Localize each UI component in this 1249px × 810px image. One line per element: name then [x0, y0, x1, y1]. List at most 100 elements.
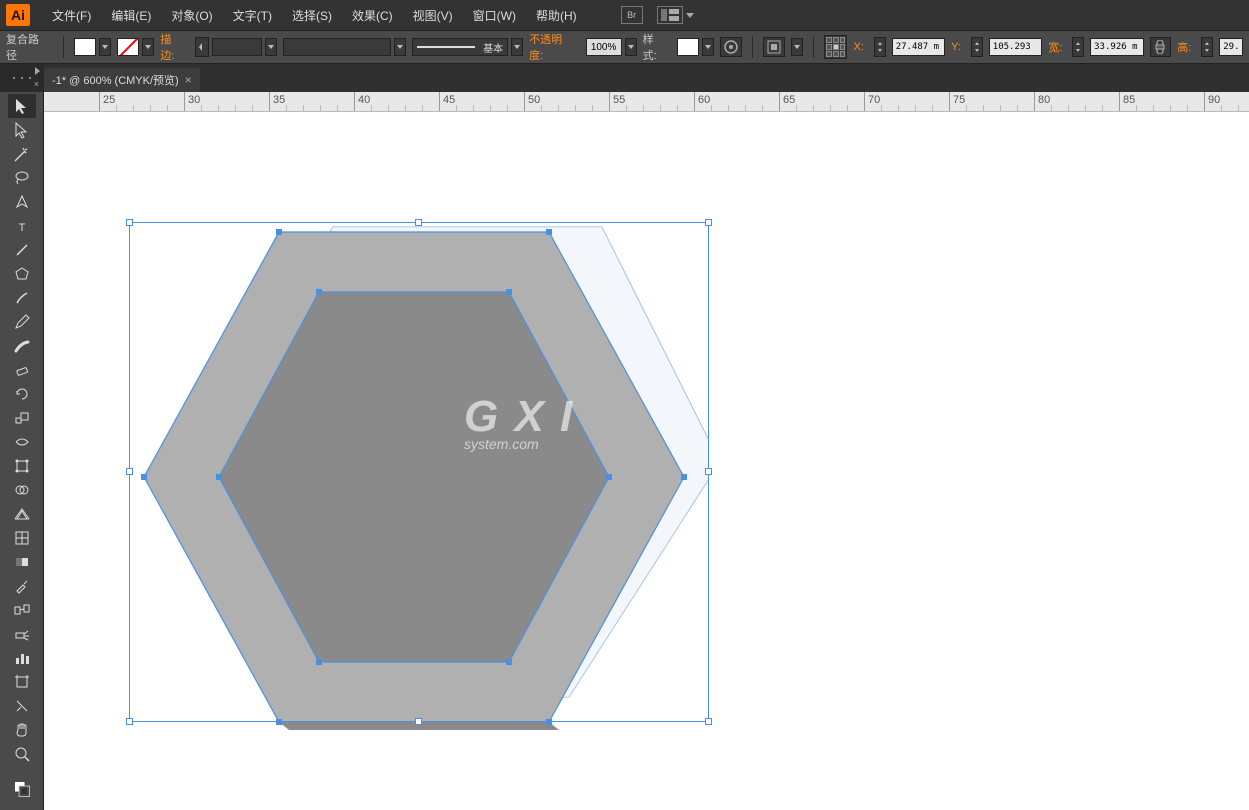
- menu-edit[interactable]: 编辑(E): [101, 1, 161, 30]
- perspective-grid-tool[interactable]: [8, 502, 36, 526]
- opacity-dropdown[interactable]: [625, 38, 637, 56]
- transform-origin[interactable]: [824, 35, 848, 59]
- pen-tool[interactable]: [8, 190, 36, 214]
- fill-swatch-group[interactable]: [74, 38, 111, 56]
- y-field[interactable]: 105.293: [989, 38, 1042, 56]
- w-stepper[interactable]: [1072, 37, 1084, 57]
- type-tool[interactable]: T: [8, 214, 36, 238]
- shape-builder-tool[interactable]: [8, 478, 36, 502]
- stroke-swatch-group[interactable]: [117, 38, 154, 56]
- artwork-selection[interactable]: [129, 222, 709, 732]
- hand-tool[interactable]: [8, 718, 36, 742]
- stroke-weight-dropdown[interactable]: [265, 38, 277, 56]
- stroke-swatch-none[interactable]: [117, 38, 139, 56]
- scale-tool[interactable]: [8, 406, 36, 430]
- stroke-weight-field[interactable]: [212, 38, 262, 56]
- line-segment-tool[interactable]: [8, 238, 36, 262]
- gradient-tool[interactable]: [8, 550, 36, 574]
- recolor-artwork-button[interactable]: [720, 37, 742, 57]
- toolbar-collapse[interactable]: ×: [0, 64, 44, 92]
- constrain-proportions-button[interactable]: [1150, 37, 1172, 57]
- x-field[interactable]: 27.487 m: [892, 38, 945, 56]
- bounding-box[interactable]: [129, 222, 709, 722]
- pencil-tool[interactable]: [8, 310, 36, 334]
- stroke-label: 描边:: [160, 31, 189, 63]
- fill-dropdown[interactable]: [99, 38, 111, 56]
- shape-tool[interactable]: [8, 262, 36, 286]
- stroke-weight[interactable]: [195, 37, 277, 57]
- x-stepper[interactable]: [874, 37, 886, 57]
- zoom-tool[interactable]: [8, 742, 36, 766]
- direct-selection-tool[interactable]: [8, 118, 36, 142]
- rotate-tool[interactable]: [8, 382, 36, 406]
- mesh-tool[interactable]: [8, 526, 36, 550]
- bridge-button[interactable]: Br: [621, 6, 643, 24]
- menu-window[interactable]: 窗口(W): [463, 1, 526, 30]
- close-tab-button[interactable]: ×: [185, 73, 192, 87]
- viewport: 2530354045505560657075808590: [44, 92, 1249, 810]
- brush-definition[interactable]: 基本: [412, 38, 523, 56]
- column-graph-tool[interactable]: [8, 646, 36, 670]
- h-field[interactable]: 29.: [1219, 38, 1243, 56]
- y-stepper[interactable]: [971, 37, 983, 57]
- lasso-tool[interactable]: [8, 166, 36, 190]
- handle-top-right[interactable]: [705, 219, 712, 226]
- menu-file[interactable]: 文件(F): [42, 1, 101, 30]
- menu-select[interactable]: 选择(S): [282, 1, 342, 30]
- align-to-button[interactable]: [763, 37, 785, 57]
- variable-width-profile[interactable]: [283, 38, 406, 56]
- handle-mid-left[interactable]: [126, 468, 133, 475]
- menu-help[interactable]: 帮助(H): [526, 1, 587, 30]
- menu-type[interactable]: 文字(T): [223, 1, 282, 30]
- handle-top-left[interactable]: [126, 219, 133, 226]
- document-tab[interactable]: -1* @ 600% (CMYK/预览) ×: [44, 68, 200, 92]
- handle-top-mid[interactable]: [415, 219, 422, 226]
- blob-brush-tool[interactable]: [8, 334, 36, 358]
- align-dropdown[interactable]: [791, 38, 803, 56]
- x-label: X:: [853, 41, 867, 53]
- opacity-field[interactable]: 100%: [586, 38, 622, 56]
- magic-wand-tool[interactable]: [8, 142, 36, 166]
- tab-bar: × -1* @ 600% (CMYK/预览) ×: [0, 64, 1249, 92]
- eyedropper-tool[interactable]: [8, 574, 36, 598]
- free-transform-tool[interactable]: [8, 454, 36, 478]
- eraser-tool[interactable]: [8, 358, 36, 382]
- handle-bottom-right[interactable]: [705, 718, 712, 725]
- menu-effect[interactable]: 效果(C): [342, 1, 403, 30]
- profile-field[interactable]: [283, 38, 391, 56]
- artboard-tool[interactable]: [8, 670, 36, 694]
- blend-tool[interactable]: [8, 598, 36, 622]
- style-dropdown[interactable]: [702, 38, 714, 56]
- h-stepper[interactable]: [1201, 37, 1213, 57]
- brush-preview-label: 基本: [483, 40, 503, 55]
- handle-bottom-left[interactable]: [126, 718, 133, 725]
- fill-stroke-toggle[interactable]: [8, 772, 36, 806]
- horizontal-ruler[interactable]: 2530354045505560657075808590: [44, 92, 1249, 112]
- h-label: 高:: [1177, 39, 1195, 55]
- brush-preview-line: [417, 46, 475, 48]
- opacity-group[interactable]: 100%: [586, 38, 637, 56]
- opacity-label: 不透明度:: [529, 31, 579, 63]
- style-swatch[interactable]: [677, 38, 699, 56]
- handle-mid-right[interactable]: [705, 468, 712, 475]
- workspace-switcher[interactable]: [643, 6, 694, 24]
- brush-field[interactable]: 基本: [412, 38, 508, 56]
- menu-view[interactable]: 视图(V): [403, 1, 463, 30]
- symbol-sprayer-tool[interactable]: [8, 622, 36, 646]
- slice-tool[interactable]: [8, 694, 36, 718]
- workspace: T 253035404550556065: [0, 92, 1249, 810]
- separator: [63, 36, 64, 58]
- selection-tool[interactable]: [8, 94, 36, 118]
- control-bar: 复合路径 描边: 基本 不透明度: 100% 样式:: [0, 30, 1249, 64]
- fill-swatch[interactable]: [74, 38, 96, 56]
- stroke-dropdown[interactable]: [142, 38, 154, 56]
- menu-object[interactable]: 对象(O): [161, 1, 222, 30]
- paintbrush-tool[interactable]: [8, 286, 36, 310]
- style-group[interactable]: [677, 38, 714, 56]
- canvas[interactable]: G X I system.com: [44, 112, 1249, 810]
- w-field[interactable]: 33.926 m: [1090, 38, 1143, 56]
- handle-bottom-mid[interactable]: [415, 718, 422, 725]
- profile-dropdown[interactable]: [394, 38, 406, 56]
- width-tool[interactable]: [8, 430, 36, 454]
- brush-dropdown[interactable]: [511, 38, 523, 56]
